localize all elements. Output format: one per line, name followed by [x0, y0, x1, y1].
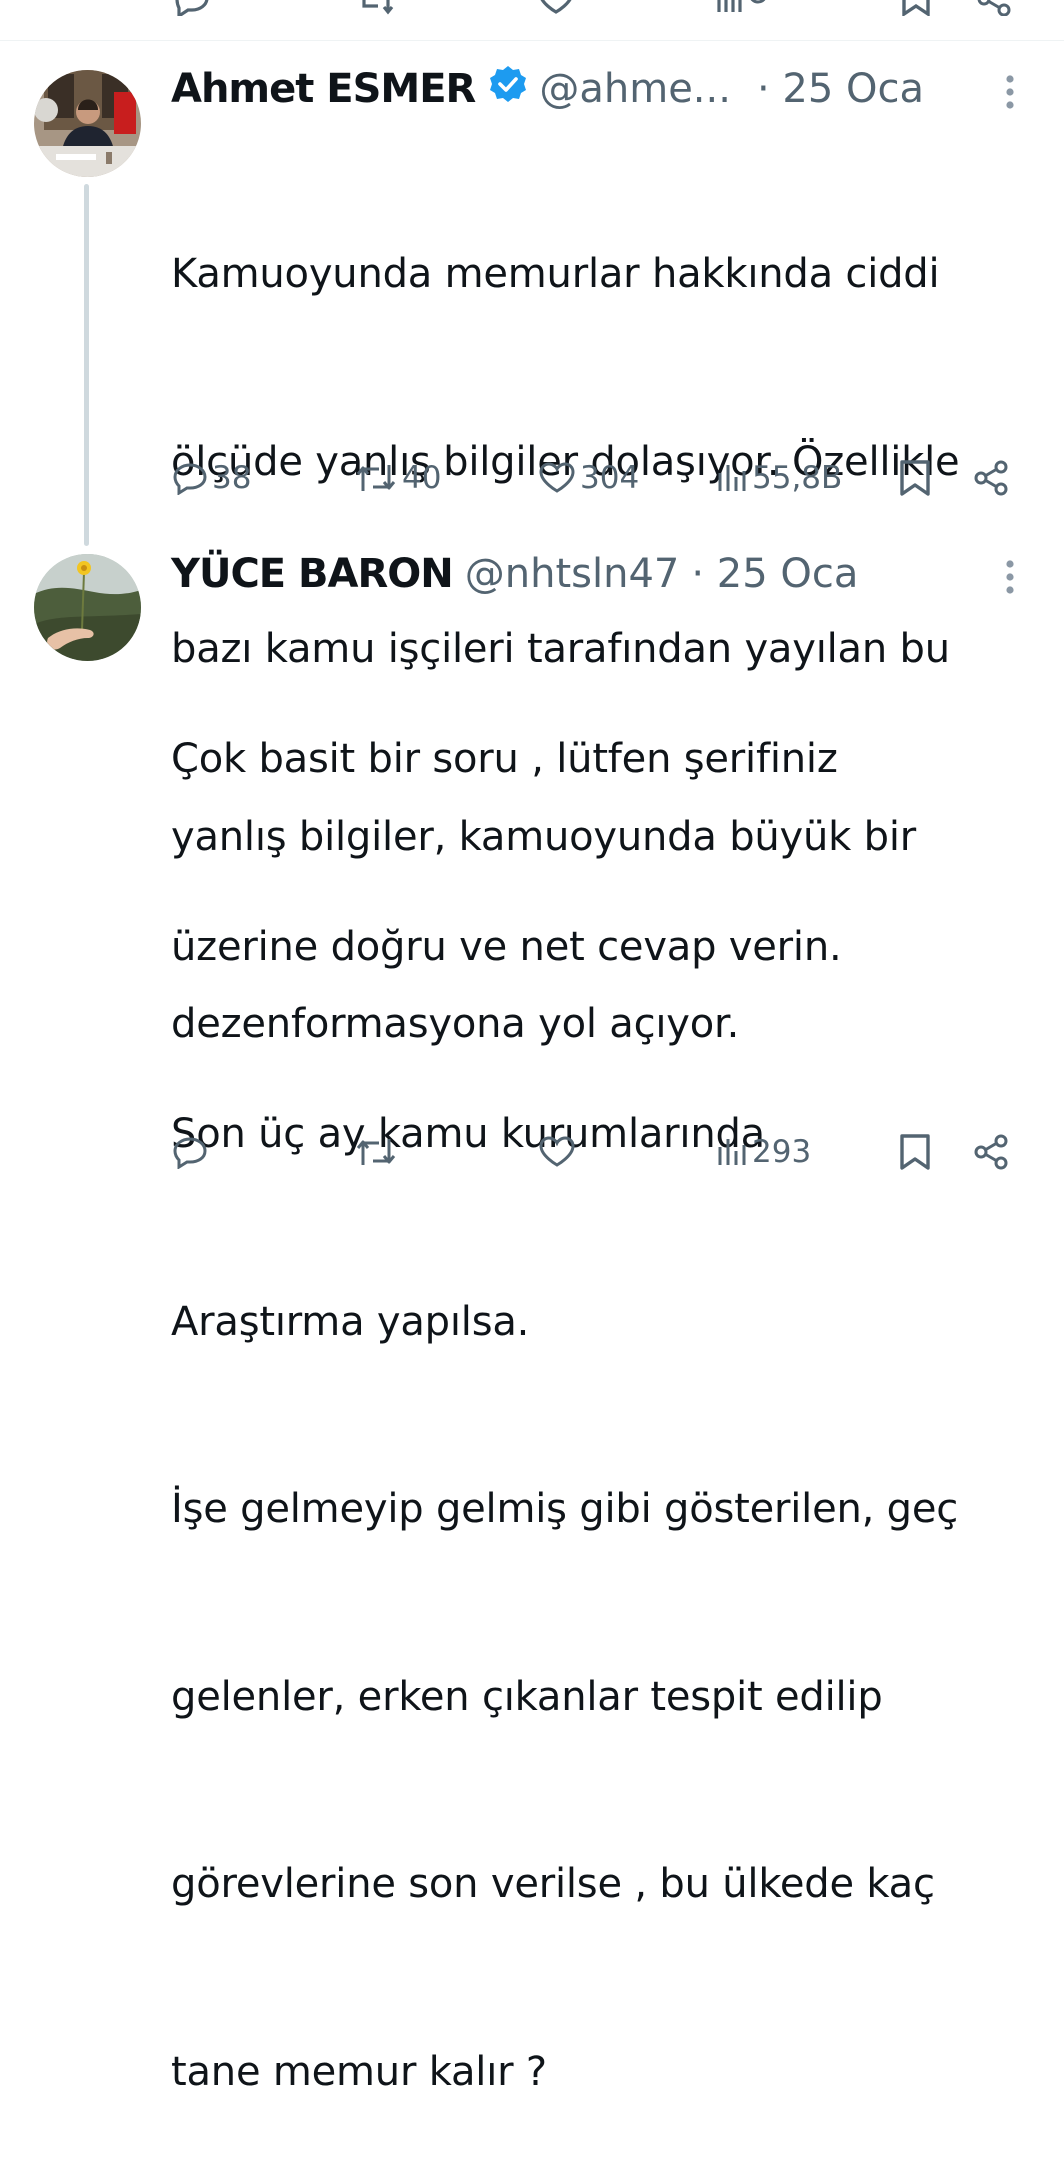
share-button[interactable]: [972, 456, 1010, 500]
reply-count: 38: [212, 460, 252, 496]
reply-button[interactable]: 38: [172, 456, 251, 500]
tweet-text-line: Kamuoyunda memurlar hakkında ciddi: [171, 251, 940, 297]
reply-icon: [172, 1135, 208, 1169]
repost-button[interactable]: [354, 1130, 398, 1174]
views-icon[interactable]: [716, 0, 776, 14]
tweet-text-line: görevlerine son verilse , bu ülkede kaç: [171, 1861, 935, 1907]
author-name[interactable]: YÜCE BARON: [171, 551, 454, 597]
repost-count: 40: [402, 460, 442, 496]
tweet-date[interactable]: · 25 Oca: [757, 66, 924, 112]
heart-icon[interactable]: [536, 0, 576, 16]
tweet-text-line: İşe gelmeyip gelmiş gibi gösterilen, geç: [171, 1486, 959, 1532]
repost-icon: [354, 461, 398, 495]
tweet-header: YÜCE BARON @nhtsln47 · 25 Oca: [171, 549, 971, 599]
share-button[interactable]: [972, 1130, 1010, 1174]
repost-button[interactable]: 40: [354, 456, 441, 500]
like-button[interactable]: [538, 1130, 576, 1174]
tweet-text-line: Çok basit bir soru , lütfen şerifiniz: [171, 736, 838, 782]
tweet-action-bar: 38 40 304 55,8B: [0, 456, 1064, 500]
bookmark-button[interactable]: [898, 456, 932, 500]
more-icon[interactable]: [1003, 559, 1017, 599]
share-icon[interactable]: [976, 0, 1012, 16]
reply-icon: [172, 461, 208, 495]
views-count: 293: [752, 1134, 812, 1170]
like-button[interactable]: 304: [538, 456, 639, 500]
share-icon: [972, 460, 1010, 496]
tweet-text-line: üzerine doğru ve net cevap verin.: [171, 923, 842, 970]
divider: [0, 40, 1064, 41]
repost-icon: [354, 1135, 398, 1169]
tweet-text-line: gelenler, erken çıkanlar tespit edilip: [171, 1673, 883, 1720]
share-icon: [972, 1134, 1010, 1170]
views-icon: [716, 463, 750, 493]
tweet-text: Çok basit bir soru , lütfen şerifiniz üz…: [171, 603, 1051, 2166]
bookmark-icon: [898, 1133, 932, 1171]
views-icon: [716, 1137, 750, 1167]
tweet-action-bar: 293: [0, 1130, 1064, 1174]
bookmark-icon: [898, 459, 932, 497]
tweet-date[interactable]: · 25 Oca: [691, 551, 858, 597]
reply-button[interactable]: [172, 1130, 208, 1174]
views-button[interactable]: 55,8B: [716, 456, 842, 500]
more-icon[interactable]: [1003, 74, 1017, 114]
views-button[interactable]: 293: [716, 1130, 811, 1174]
author-handle[interactable]: @nhtsln47: [465, 551, 680, 597]
previous-tweet-action-bar: [0, 0, 1064, 16]
tweet-text-line: tane memur kalır ?: [171, 2048, 547, 2095]
repost-icon[interactable]: [356, 0, 396, 16]
avatar[interactable]: [34, 70, 141, 177]
bookmark-button[interactable]: [898, 1130, 932, 1174]
verified-badge-icon: [489, 65, 527, 113]
tweet-header: Ahmet ESMER @ahme... · 25 Oca: [171, 64, 971, 114]
author-name[interactable]: Ahmet ESMER: [171, 66, 476, 112]
tweet-text-line: Araştırma yapılsa.: [171, 1298, 530, 1345]
author-handle[interactable]: @ahme...: [539, 66, 731, 112]
like-count: 304: [580, 460, 640, 496]
views-count: 55,8B: [752, 460, 843, 496]
reply-icon[interactable]: [172, 0, 212, 16]
heart-icon: [538, 1135, 576, 1169]
heart-icon: [538, 461, 576, 495]
avatar[interactable]: [34, 554, 141, 661]
bookmark-icon[interactable]: [900, 0, 932, 16]
